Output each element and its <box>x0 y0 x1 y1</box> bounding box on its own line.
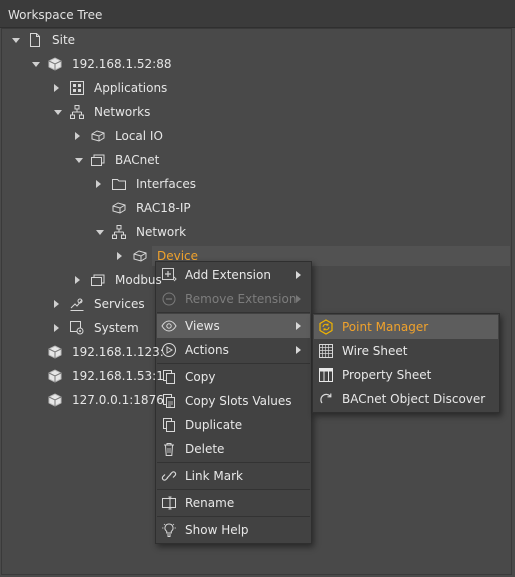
tree-node-label: System <box>94 321 139 335</box>
tree-node-label: Network <box>136 225 187 239</box>
context-menu: Add Extension Remove Extension Views Act… <box>155 261 312 544</box>
point-manager-icon <box>319 319 333 335</box>
station-icon <box>48 369 62 383</box>
expand-arrow-icon[interactable] <box>32 62 40 67</box>
menu-separator <box>157 312 310 313</box>
menu-item-label: Delete <box>185 442 225 456</box>
submenu-arrow-icon <box>296 271 301 279</box>
menu-item-label: Duplicate <box>185 418 243 432</box>
station-icon <box>48 57 62 71</box>
expand-arrow-icon[interactable] <box>75 158 83 163</box>
table-icon <box>319 368 333 382</box>
device-icon <box>133 250 147 262</box>
submenu-item-point-manager[interactable]: Point Manager <box>314 315 498 339</box>
views-submenu: Point Manager Wire Sheet Property Sheet … <box>312 313 500 413</box>
bacnet-icon <box>91 154 105 166</box>
panel-header: Workspace Tree <box>0 0 515 28</box>
menu-item-label: Add Extension <box>185 268 271 282</box>
menu-item-label: Remove Extension <box>185 292 297 306</box>
submenu-item-wire-sheet[interactable]: Wire Sheet <box>314 339 498 363</box>
menu-separator <box>157 363 310 364</box>
tree-node-label: BACnet <box>115 153 160 167</box>
collapse-arrow-icon[interactable] <box>75 132 80 140</box>
rename-icon <box>162 496 176 510</box>
submenu-item-property-sheet[interactable]: Property Sheet <box>314 363 498 387</box>
network-icon <box>112 225 126 239</box>
tree-node-label: Applications <box>94 81 168 95</box>
submenu-arrow-icon <box>296 346 301 354</box>
tree-node-label: Services <box>94 297 145 311</box>
refresh-icon <box>320 393 332 404</box>
menu-item-show-help[interactable]: Show Help <box>157 518 310 542</box>
submenu-item-label: Wire Sheet <box>342 344 408 358</box>
submenu-arrow-icon <box>296 295 301 303</box>
grid-icon <box>319 344 333 358</box>
menu-separator <box>157 462 310 463</box>
tree-node-label: 127.0.0.1:1876 <box>72 393 164 407</box>
menu-item-copy[interactable]: Copy <box>157 365 310 389</box>
link-icon <box>161 471 177 481</box>
expand-arrow-icon[interactable] <box>96 230 104 235</box>
menu-item-label: Show Help <box>185 523 249 537</box>
station-icon <box>48 393 62 407</box>
tree-node-label: Device <box>157 249 199 263</box>
tree-node-label: 192.168.1.123: <box>72 345 164 359</box>
submenu-arrow-icon <box>296 322 301 330</box>
expand-arrow-icon[interactable] <box>54 110 62 115</box>
tree-node-label: Site <box>52 33 76 47</box>
collapse-arrow-icon[interactable] <box>54 300 59 308</box>
tree-node-label: 192.168.1.52:88 <box>72 57 172 71</box>
applications-icon <box>70 81 84 95</box>
menu-item-copy-slots-values[interactable]: Copy Slots Values <box>157 389 310 413</box>
collapse-arrow-icon[interactable] <box>54 84 59 92</box>
menu-item-duplicate[interactable]: Duplicate <box>157 413 310 437</box>
network-icon <box>70 105 84 119</box>
menu-item-rename[interactable]: Rename <box>157 491 310 515</box>
menu-item-label: Actions <box>185 343 229 357</box>
menu-item-link-mark[interactable]: Link Mark <box>157 464 310 488</box>
tree-node-label: RAC18-IP <box>136 201 191 215</box>
submenu-item-label: BACnet Object Discover <box>342 392 486 406</box>
eye-icon <box>161 320 177 332</box>
tree-node-label: Networks <box>94 105 151 119</box>
services-icon <box>70 298 84 311</box>
submenu-item-bacnet-object-discover[interactable]: BACnet Object Discover <box>314 387 498 411</box>
remove-extension-icon <box>162 292 176 306</box>
system-icon <box>70 321 84 335</box>
add-extension-icon <box>162 268 177 282</box>
menu-item-remove-extension[interactable]: Remove Extension <box>157 287 310 311</box>
menu-item-label: Views <box>185 319 220 333</box>
menu-separator <box>157 489 310 490</box>
collapse-arrow-icon[interactable] <box>96 180 101 188</box>
menu-item-label: Rename <box>185 496 235 510</box>
bacnet-icon <box>91 274 105 286</box>
file-icon <box>30 33 40 47</box>
tree-node-label: Local IO <box>115 129 163 143</box>
submenu-item-label: Property Sheet <box>342 368 432 382</box>
collapse-arrow-icon[interactable] <box>117 252 122 260</box>
lightbulb-icon <box>162 523 176 537</box>
folder-icon <box>112 179 126 190</box>
submenu-item-label: Point Manager <box>342 320 429 334</box>
trash-icon <box>164 443 174 456</box>
tree-node-label: Interfaces <box>136 177 196 191</box>
device-icon <box>91 130 105 142</box>
collapse-arrow-icon[interactable] <box>54 324 59 332</box>
station-icon <box>48 345 62 359</box>
collapse-arrow-icon[interactable] <box>75 276 80 284</box>
menu-item-actions[interactable]: Actions <box>157 338 310 362</box>
menu-item-label: Copy <box>185 370 216 384</box>
menu-item-label: Link Mark <box>185 469 243 483</box>
device-icon <box>112 202 126 214</box>
menu-item-delete[interactable]: Delete <box>157 437 310 461</box>
tree-node-label: 192.168.1.53:1 <box>72 369 164 383</box>
expand-arrow-icon[interactable] <box>12 38 20 43</box>
duplicate-icon <box>163 418 175 432</box>
menu-item-label: Copy Slots Values <box>185 394 292 408</box>
tree-node-label: Modbus <box>115 273 162 287</box>
menu-item-views[interactable]: Views <box>157 314 310 338</box>
menu-separator <box>157 516 310 517</box>
menu-item-add-extension[interactable]: Add Extension <box>157 263 310 287</box>
panel-title: Workspace Tree <box>8 8 103 22</box>
